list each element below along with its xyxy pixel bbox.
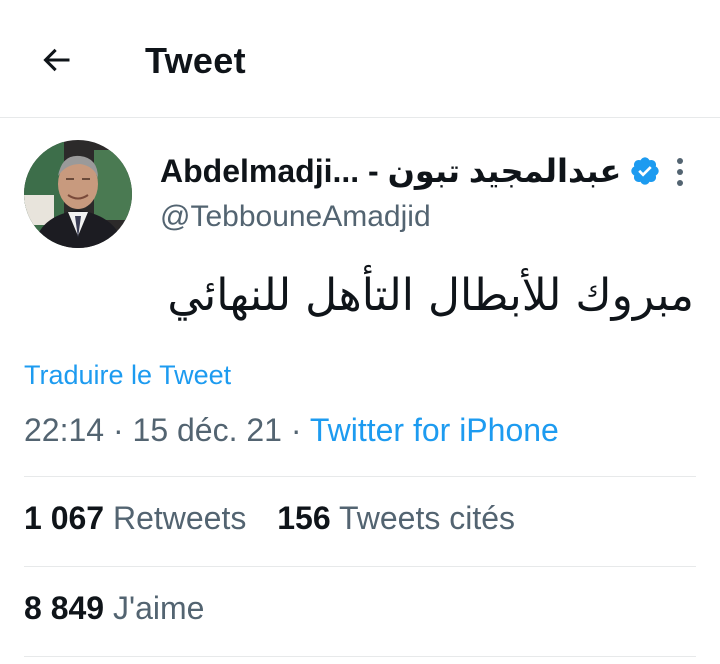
- tweet-date[interactable]: 15 déc. 21: [133, 412, 282, 448]
- divider: [24, 476, 696, 477]
- quote-tweets-stat[interactable]: 156 Tweets cités: [277, 500, 515, 537]
- meta-separator: ·: [290, 412, 302, 448]
- more-dot-icon: [677, 169, 683, 175]
- verified-badge-icon: [631, 157, 660, 185]
- top-bar: Tweet: [0, 0, 720, 118]
- arrow-left-icon: [43, 48, 70, 72]
- author-handle[interactable]: @TebbouneAmadjid: [160, 200, 431, 234]
- likes-count: 8 849: [24, 590, 105, 626]
- retweets-label: Retweets: [112, 500, 247, 536]
- divider: [24, 656, 696, 657]
- author-name-row[interactable]: Abdelmadji... - عبدالمجيد تبون: [160, 148, 661, 194]
- quote-tweets-count: 156: [277, 500, 331, 536]
- quote-tweets-label: Tweets cités: [338, 500, 516, 536]
- more-dot-icon: [677, 180, 683, 186]
- translate-tweet-link[interactable]: Traduire le Tweet: [24, 360, 231, 391]
- meta-separator: ·: [112, 412, 124, 448]
- tweet-time[interactable]: 22:14: [24, 412, 104, 448]
- back-button[interactable]: [34, 38, 78, 82]
- tweet-source-link[interactable]: Twitter for iPhone: [310, 412, 559, 448]
- page-title: Tweet: [145, 40, 246, 81]
- retweets-stat[interactable]: 1 067 Retweets: [24, 500, 246, 537]
- likes-stat[interactable]: 8 849 J'aime: [24, 590, 204, 627]
- avatar-image: [24, 140, 132, 248]
- likes-label: J'aime: [112, 590, 205, 626]
- retweets-count: 1 067: [24, 500, 105, 536]
- more-options-button[interactable]: [660, 150, 700, 194]
- engagement-stats: 1 067 Retweets 156 Tweets cités: [24, 500, 537, 537]
- tweet-metadata: 22:14 · 15 déc. 21 · Twitter for iPhone: [24, 412, 559, 449]
- more-dot-icon: [677, 158, 683, 164]
- divider: [24, 566, 696, 567]
- author-avatar[interactable]: [24, 140, 132, 248]
- author-display-name: Abdelmadji... - عبدالمجيد تبون: [160, 153, 622, 189]
- tweet-text: مبروك للأبطال التأهل للنهائي: [167, 270, 694, 321]
